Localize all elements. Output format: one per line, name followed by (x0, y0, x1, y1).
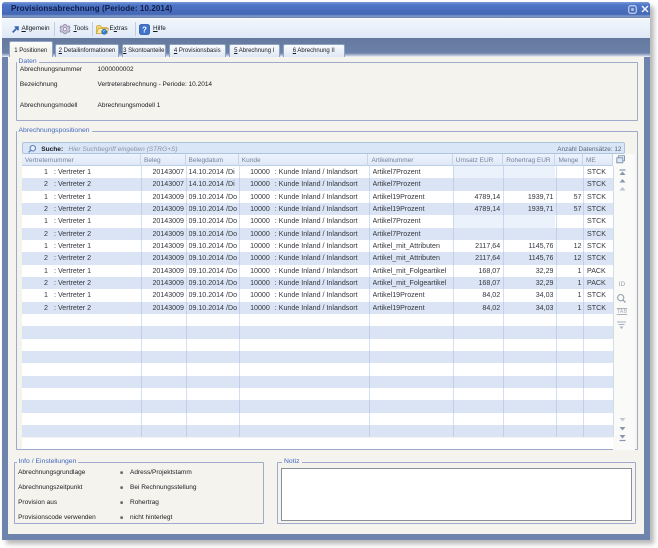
svg-text:?: ? (142, 25, 147, 34)
